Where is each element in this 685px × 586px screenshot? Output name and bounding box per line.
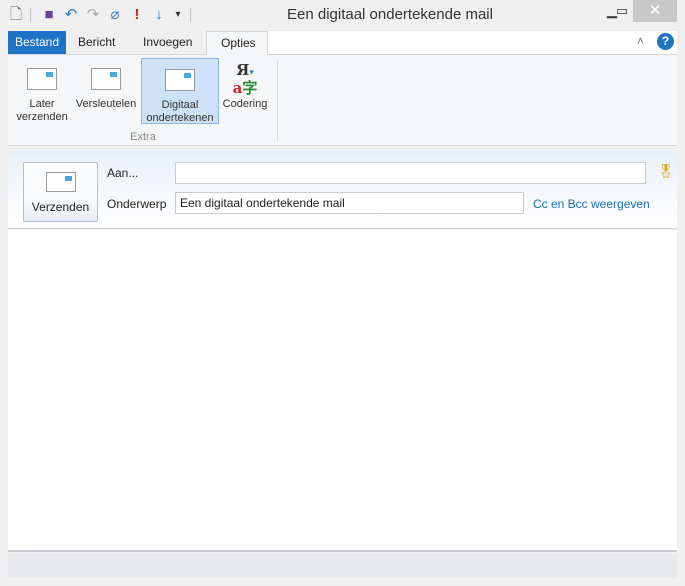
clock-mail-icon	[27, 68, 57, 90]
tab-strip	[268, 31, 677, 54]
tab-opties[interactable]: Opties	[206, 31, 268, 55]
window-title: Een digitaal ondertekende mail	[287, 6, 493, 23]
save-icon[interactable]: ■	[40, 6, 58, 24]
tab-invoegen[interactable]: Invoegen	[129, 31, 206, 54]
tab-bestand[interactable]: Bestand	[8, 31, 67, 54]
help-icon[interactable]: ?	[657, 33, 674, 50]
certificate-mail-icon	[165, 69, 195, 91]
undo-icon[interactable]: ↶	[62, 6, 80, 24]
low-priority-icon[interactable]: ↓	[150, 6, 168, 24]
status-bar	[8, 554, 677, 578]
encoding-icon: Я▾ a字	[232, 60, 258, 97]
divider	[277, 60, 278, 142]
encrypt-button[interactable]: Versleutelen	[72, 58, 140, 124]
label: Versleutelen	[75, 98, 137, 110]
subject-input[interactable]	[175, 192, 524, 214]
to-button[interactable]: Aan...	[107, 166, 138, 180]
collapse-ribbon-icon[interactable]: ˄	[637, 34, 644, 48]
show-cc-bcc-link[interactable]: Cc en Bcc weergeven	[533, 197, 650, 211]
encoding-button[interactable]: Я▾ a字 Codering	[220, 58, 270, 124]
send-label: Verzenden	[31, 200, 90, 214]
label: verzenden	[16, 111, 68, 123]
high-priority-icon[interactable]: !	[128, 6, 146, 24]
new-document-icon[interactable]: 🗋	[7, 6, 25, 24]
send-later-button[interactable]: Later verzenden	[12, 58, 72, 124]
label: Later	[29, 98, 55, 110]
ribbon-group-label: Extra	[130, 131, 156, 143]
label: Digitaal	[161, 99, 199, 111]
close-icon[interactable]: ✕	[633, 0, 677, 22]
send-mail-icon	[45, 172, 76, 192]
tab-bericht[interactable]: Bericht	[64, 31, 129, 54]
customize-toolbar-icon[interactable]: ▾	[169, 6, 187, 24]
subject-label: Onderwerp	[107, 197, 167, 211]
redo-icon[interactable]: ↷	[84, 6, 102, 24]
lock-mail-icon	[91, 68, 121, 90]
signed-certificate-icon: 🎖	[657, 163, 675, 179]
divider	[30, 8, 31, 22]
attach-icon[interactable]: ⌀	[106, 6, 124, 24]
label: ondertekenen	[146, 112, 214, 124]
to-input[interactable]	[175, 162, 646, 184]
label: Codering	[222, 98, 268, 110]
digitally-sign-button[interactable]: Digitaal ondertekenen	[141, 58, 219, 124]
send-button[interactable]: Verzenden	[23, 162, 98, 222]
message-body[interactable]	[8, 230, 677, 552]
maximize-icon[interactable]: ▭	[612, 0, 632, 22]
